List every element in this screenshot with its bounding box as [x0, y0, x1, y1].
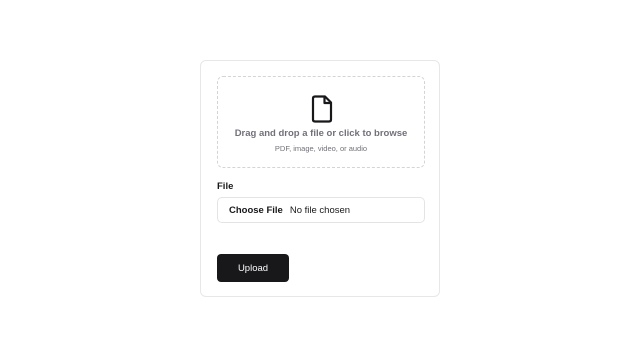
- dropzone-subtitle: PDF, image, video, or audio: [274, 144, 368, 153]
- file-status-text: No file chosen: [289, 204, 351, 216]
- upload-card: Drag and drop a file or click to browse …: [200, 60, 440, 297]
- choose-file-button[interactable]: Choose File: [229, 205, 283, 216]
- dropzone[interactable]: Drag and drop a file or click to browse …: [217, 76, 425, 168]
- file-input[interactable]: Choose File No file chosen: [217, 197, 425, 223]
- upload-button[interactable]: Upload: [217, 254, 289, 282]
- dropzone-title: Drag and drop a file or click to browse: [234, 128, 408, 139]
- file-label: File: [217, 181, 234, 192]
- file-icon: [310, 95, 334, 123]
